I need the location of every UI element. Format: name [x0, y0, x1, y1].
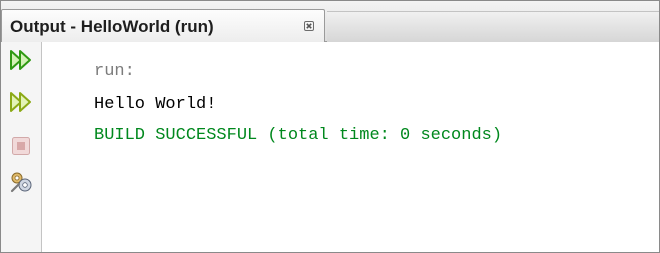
console-line-build-status: BUILD SUCCESSFUL (total time: 0 seconds) — [94, 126, 503, 145]
settings-button[interactable] — [7, 168, 35, 196]
rerun-with-options-button[interactable] — [7, 88, 35, 116]
tab-output[interactable]: Output - HelloWorld (run) — [1, 9, 325, 42]
tab-bar: Output - HelloWorld (run) — [1, 1, 659, 42]
rerun-button[interactable] — [7, 46, 35, 74]
stop-icon — [12, 137, 30, 155]
tab-strip-empty — [327, 11, 659, 42]
close-icon[interactable] — [302, 19, 316, 33]
output-toolbar — [1, 42, 42, 252]
rerun-with-options-icon — [10, 92, 31, 112]
console-line-run: run: — [94, 62, 135, 81]
output-console[interactable]: run: Hello World! BUILD SUCCESSFUL (tota… — [42, 42, 659, 252]
console-line-stdout: Hello World! — [94, 95, 217, 114]
settings-icon — [10, 172, 32, 193]
stop-button[interactable] — [7, 132, 35, 160]
tab-title: Output - HelloWorld (run) — [10, 17, 214, 36]
rerun-icon — [10, 50, 31, 70]
output-window: Output - HelloWorld (run) run: Hello Wor… — [0, 0, 660, 253]
